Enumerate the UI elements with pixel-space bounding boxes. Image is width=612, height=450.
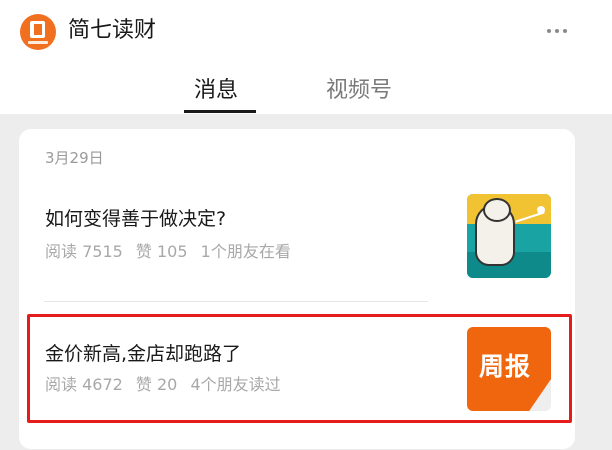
article-thumbnail[interactable] [467, 194, 551, 278]
top-bar: 简七读财 消息 视频号 [0, 0, 612, 114]
tab-channels[interactable]: 视频号 [326, 74, 392, 108]
active-tab-indicator [184, 110, 256, 113]
more-options-icon[interactable] [542, 20, 572, 42]
article-title[interactable]: 如何变得善于做决定? [45, 206, 226, 232]
account-logo-icon[interactable] [20, 14, 56, 50]
message-date: 3月29日 [45, 149, 104, 167]
divider [44, 301, 428, 302]
like-count: 赞 105 [135, 242, 188, 261]
friends-status: 1个朋友在看 [200, 242, 291, 261]
account-name[interactable]: 简七读财 [68, 15, 156, 47]
article-meta: 阅读 7515 赞 105 1个朋友在看 [45, 241, 299, 263]
tab-messages[interactable]: 消息 [194, 74, 238, 108]
read-count: 阅读 7515 [45, 242, 123, 261]
highlight-box [27, 314, 572, 423]
